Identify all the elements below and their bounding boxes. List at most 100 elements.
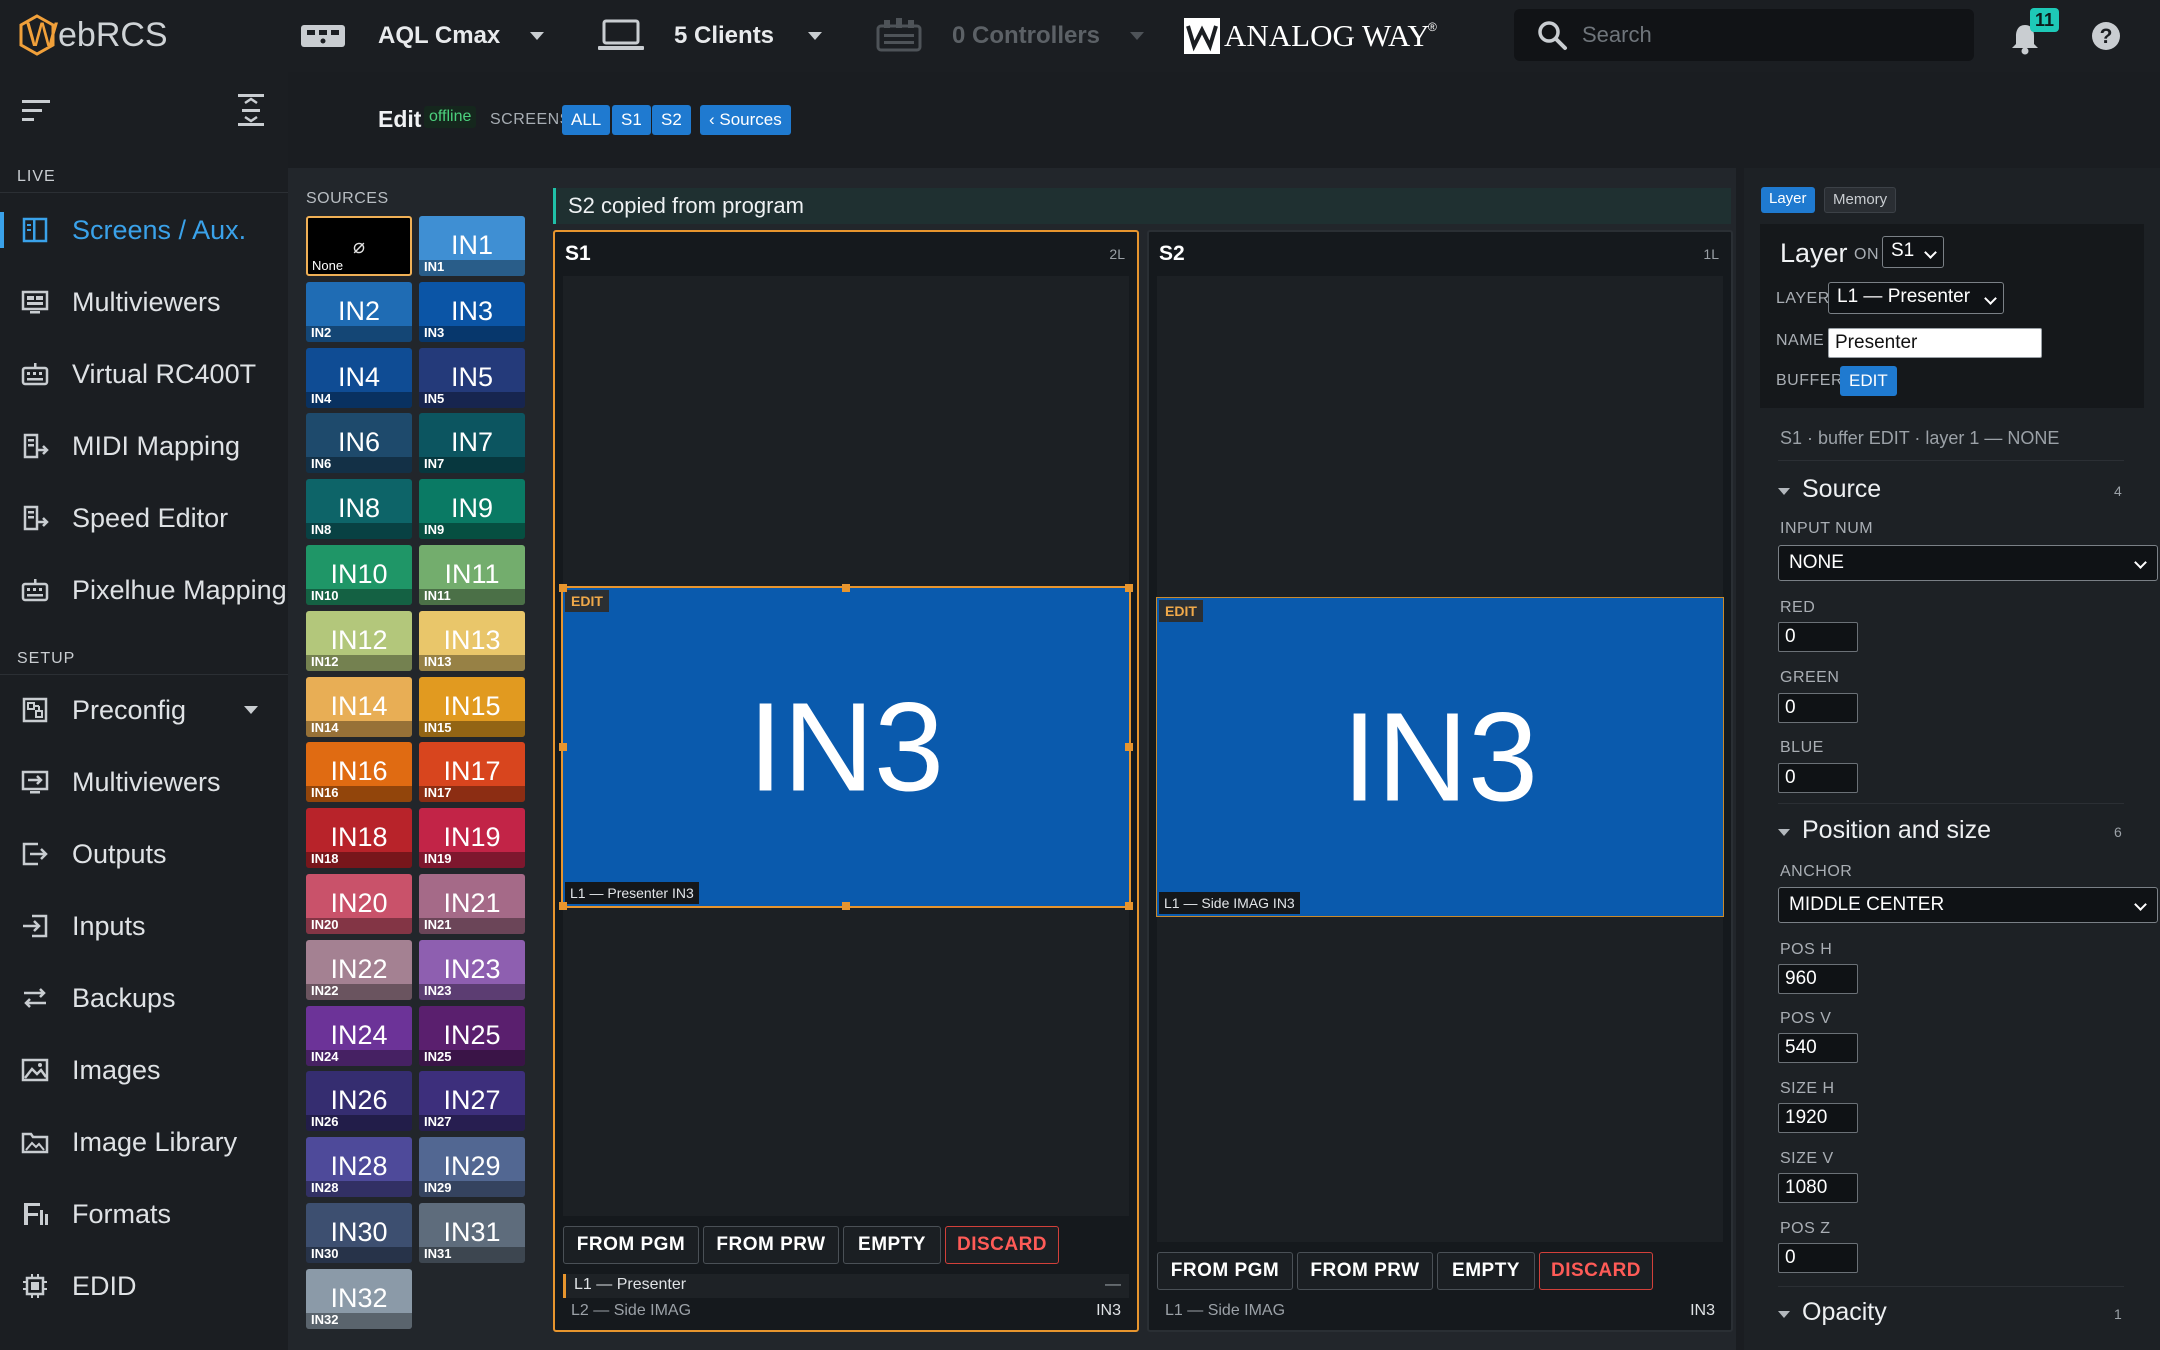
resize-handle[interactable] bbox=[1125, 584, 1133, 592]
nav-item-outputs[interactable]: Outputs bbox=[0, 826, 288, 882]
layer-box[interactable]: IN3 EDIT L1 — Presenter IN3 bbox=[559, 584, 1133, 910]
source-section-title[interactable]: Source bbox=[1802, 475, 1881, 504]
screen-panel-s2[interactable]: S2 1L IN3 EDIT L1 — Side IMAG IN3 FROM P… bbox=[1147, 230, 1733, 1332]
source-tile[interactable]: IN3 IN3 bbox=[419, 282, 525, 342]
empty-button[interactable]: EMPTY bbox=[843, 1226, 941, 1264]
screen-canvas[interactable]: IN3 EDIT L1 — Presenter IN3 bbox=[559, 276, 1133, 1216]
source-tile[interactable]: IN17 IN17 bbox=[419, 742, 525, 802]
source-tile[interactable]: IN5 IN5 bbox=[419, 348, 525, 408]
discard-button[interactable]: DISCARD bbox=[945, 1226, 1059, 1264]
source-tile[interactable]: IN14 IN14 bbox=[306, 677, 412, 737]
from-pgm-button[interactable]: FROM PGM bbox=[563, 1226, 699, 1264]
screen-canvas[interactable]: IN3 EDIT L1 — Side IMAG IN3 bbox=[1156, 276, 1724, 1242]
expand-all-button[interactable] bbox=[234, 92, 268, 128]
collapse-triangle-icon[interactable] bbox=[1778, 829, 1790, 836]
pos-z-input[interactable]: 0 bbox=[1778, 1243, 1858, 1273]
source-tile[interactable]: IN1 IN1 bbox=[419, 216, 525, 276]
from-prw-button[interactable]: FROM PRW bbox=[703, 1226, 839, 1264]
notifications-button[interactable]: 11 bbox=[2004, 8, 2060, 64]
red-input[interactable]: 0 bbox=[1778, 622, 1858, 652]
help-button[interactable]: ? bbox=[2090, 20, 2122, 52]
empty-button[interactable]: EMPTY bbox=[1437, 1252, 1535, 1290]
resize-handle[interactable] bbox=[559, 743, 567, 751]
layer-list-row-selected[interactable]: L1 — Presenter — bbox=[563, 1274, 1129, 1298]
source-tile[interactable]: IN11 IN11 bbox=[419, 545, 525, 605]
source-tile[interactable]: IN15 IN15 bbox=[419, 677, 525, 737]
source-tile[interactable]: IN24 IN24 bbox=[306, 1006, 412, 1066]
source-tile[interactable]: IN18 IN18 bbox=[306, 808, 412, 868]
pos-h-input[interactable]: 960 bbox=[1778, 964, 1858, 994]
source-tile[interactable]: IN29 IN29 bbox=[419, 1137, 525, 1197]
nav-item-pixelhue-mapping[interactable]: Pixelhue Mapping bbox=[0, 562, 288, 618]
layer-name-input[interactable]: Presenter bbox=[1828, 328, 2042, 358]
nav-item-backups[interactable]: Backups bbox=[0, 970, 288, 1026]
collapse-triangle-icon[interactable] bbox=[1778, 488, 1790, 495]
source-tile[interactable]: IN12 IN12 bbox=[306, 611, 412, 671]
source-tile[interactable]: IN6 IN6 bbox=[306, 413, 412, 473]
source-tile[interactable]: IN23 IN23 bbox=[419, 940, 525, 1000]
nav-item-virtual-rc400t[interactable]: Virtual RC400T bbox=[0, 346, 288, 402]
source-tile[interactable]: IN21 IN21 bbox=[419, 874, 525, 934]
controllers-selector[interactable]: 0 Controllers bbox=[874, 16, 1144, 56]
discard-button[interactable]: DISCARD bbox=[1539, 1252, 1653, 1290]
input-num-select[interactable]: NONE bbox=[1778, 545, 2158, 581]
search-input[interactable] bbox=[1582, 17, 1962, 53]
resize-handle[interactable] bbox=[842, 584, 850, 592]
nav-item-image-library[interactable]: Image Library bbox=[0, 1114, 288, 1170]
source-tile[interactable]: IN8 IN8 bbox=[306, 479, 412, 539]
layer-list-row[interactable]: L2 — Side IMAG IN3 bbox=[563, 1300, 1129, 1324]
nav-item-preconfig[interactable]: Preconfig bbox=[0, 682, 288, 738]
from-pgm-button[interactable]: FROM PGM bbox=[1157, 1252, 1293, 1290]
source-tile[interactable]: IN16 IN16 bbox=[306, 742, 412, 802]
source-tile-none[interactable]: ⌀ None bbox=[306, 216, 412, 276]
resize-handle[interactable] bbox=[559, 584, 567, 592]
layer-select[interactable]: L1 — Presenter bbox=[1828, 282, 2004, 314]
screens-all-button[interactable]: ALL bbox=[562, 105, 611, 135]
source-tile[interactable]: IN26 IN26 bbox=[306, 1071, 412, 1131]
collapse-sidebar-button[interactable] bbox=[20, 96, 54, 126]
source-tile[interactable]: IN27 IN27 bbox=[419, 1071, 525, 1131]
sources-back-button[interactable]: ‹ Sources bbox=[700, 105, 791, 135]
tab-memory[interactable]: Memory bbox=[1824, 187, 1897, 213]
green-input[interactable]: 0 bbox=[1778, 693, 1858, 723]
source-tile[interactable]: IN20 IN20 bbox=[306, 874, 412, 934]
from-prw-button[interactable]: FROM PRW bbox=[1297, 1252, 1433, 1290]
layer-list-row[interactable]: L1 — Side IMAG IN3 bbox=[1157, 1300, 1723, 1324]
source-tile[interactable]: IN25 IN25 bbox=[419, 1006, 525, 1066]
buffer-edit-button[interactable]: EDIT bbox=[1840, 366, 1897, 396]
source-tile[interactable]: IN7 IN7 bbox=[419, 413, 525, 473]
nav-item-multiviewers-live[interactable]: Multiviewers bbox=[0, 274, 288, 330]
size-h-input[interactable]: 1920 bbox=[1778, 1103, 1858, 1133]
source-tile[interactable]: IN31 IN31 bbox=[419, 1203, 525, 1263]
pos-v-input[interactable]: 540 bbox=[1778, 1033, 1858, 1063]
source-tile[interactable]: IN19 IN19 bbox=[419, 808, 525, 868]
search-box[interactable] bbox=[1514, 9, 1974, 61]
position-section-title[interactable]: Position and size bbox=[1802, 816, 1991, 845]
nav-item-inputs[interactable]: Inputs bbox=[0, 898, 288, 954]
nav-item-images[interactable]: Images bbox=[0, 1042, 288, 1098]
collapse-triangle-icon[interactable] bbox=[1778, 1311, 1790, 1318]
tab-layer[interactable]: Layer bbox=[1761, 187, 1815, 213]
source-tile[interactable]: IN22 IN22 bbox=[306, 940, 412, 1000]
source-tile[interactable]: IN30 IN30 bbox=[306, 1203, 412, 1263]
resize-handle[interactable] bbox=[559, 902, 567, 910]
size-v-input[interactable]: 1080 bbox=[1778, 1173, 1858, 1203]
screen-panel-s1[interactable]: S1 2L IN3 EDIT L1 — Presenter IN3 FROM P… bbox=[553, 230, 1139, 1332]
nav-item-screens-aux[interactable]: Screens / Aux. bbox=[0, 202, 288, 258]
resize-handle[interactable] bbox=[842, 902, 850, 910]
opacity-section-title[interactable]: Opacity bbox=[1802, 1298, 1887, 1327]
source-tile[interactable]: IN28 IN28 bbox=[306, 1137, 412, 1197]
screens-s2-button[interactable]: S2 bbox=[652, 105, 691, 135]
nav-item-speed-editor[interactable]: Speed Editor bbox=[0, 490, 288, 546]
nav-item-edid[interactable]: EDID bbox=[0, 1258, 288, 1314]
source-tile[interactable]: IN10 IN10 bbox=[306, 545, 412, 605]
blue-input[interactable]: 0 bbox=[1778, 763, 1858, 793]
nav-item-multiviewers-setup[interactable]: Multiviewers bbox=[0, 754, 288, 810]
screens-s1-button[interactable]: S1 bbox=[612, 105, 651, 135]
resize-handle[interactable] bbox=[1125, 743, 1133, 751]
nav-item-formats[interactable]: Formats bbox=[0, 1186, 288, 1242]
source-tile[interactable]: IN4 IN4 bbox=[306, 348, 412, 408]
nav-item-midi-mapping[interactable]: MIDI Mapping bbox=[0, 418, 288, 474]
clients-selector[interactable]: 5 Clients bbox=[596, 16, 826, 56]
source-tile[interactable]: IN32 IN32 bbox=[306, 1269, 412, 1329]
